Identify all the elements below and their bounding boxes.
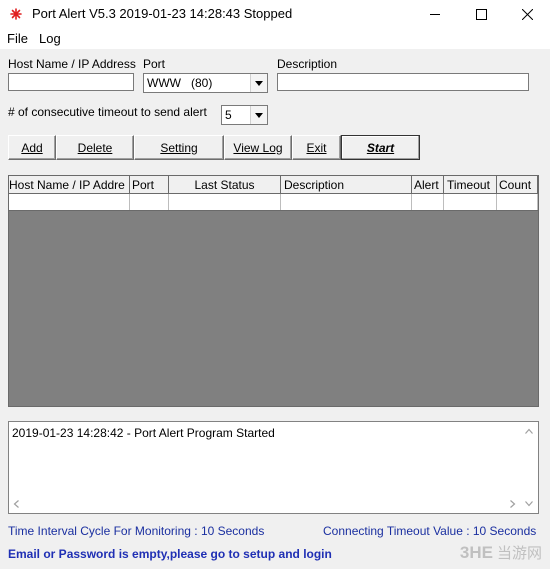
- exit-button[interactable]: Exit: [292, 135, 341, 160]
- app-star-icon: [10, 8, 22, 20]
- timeout-select[interactable]: 5: [221, 105, 268, 125]
- add-button[interactable]: Add: [8, 135, 56, 160]
- column-alert[interactable]: Alert: [412, 176, 444, 194]
- table-row[interactable]: [9, 194, 538, 211]
- timeout-label: # of consecutive timeout to send alert: [8, 105, 207, 119]
- watermark-site-text: 当游网: [496, 545, 542, 562]
- description-input[interactable]: [277, 73, 529, 91]
- menu-file[interactable]: File: [7, 31, 28, 46]
- chevron-down-icon[interactable]: [250, 74, 267, 92]
- scroll-right-icon[interactable]: [510, 500, 516, 508]
- close-icon: [521, 9, 533, 20]
- title-bar: Port Alert V5.3 2019-01-23 14:28:43 Stop…: [0, 0, 550, 29]
- port-select[interactable]: WWW (80): [143, 73, 268, 93]
- table-cell[interactable]: [130, 194, 169, 210]
- log-line: 2019-01-23 14:28:42 - Port Alert Program…: [12, 426, 275, 440]
- table-cell[interactable]: [412, 194, 444, 210]
- table-header: Host Name / IP Addre Port Last Status De…: [9, 176, 538, 194]
- start-button[interactable]: Start: [341, 135, 420, 160]
- close-button[interactable]: [504, 0, 550, 29]
- host-input[interactable]: [8, 73, 134, 91]
- scroll-left-icon[interactable]: [13, 500, 19, 508]
- toolbar: Add Delete Setting View Log Exit Start: [8, 135, 420, 160]
- table-cell[interactable]: [169, 194, 281, 210]
- main-panel: Host Name / IP Address Port Description …: [0, 49, 550, 569]
- table-cell[interactable]: [444, 194, 497, 210]
- table-cell[interactable]: [9, 194, 130, 210]
- column-count[interactable]: Count: [497, 176, 538, 194]
- column-host[interactable]: Host Name / IP Addre: [9, 176, 130, 194]
- host-table[interactable]: Host Name / IP Addre Port Last Status De…: [8, 175, 539, 407]
- column-port[interactable]: Port: [130, 176, 169, 194]
- scroll-up-icon[interactable]: [525, 428, 533, 434]
- description-label: Description: [277, 57, 338, 71]
- interval-status: Time Interval Cycle For Monitoring : 10 …: [8, 524, 265, 538]
- minimize-button[interactable]: [412, 0, 458, 29]
- setting-button[interactable]: Setting: [134, 135, 224, 160]
- maximize-icon: [475, 9, 487, 20]
- timeout-select-value: 5: [225, 108, 232, 122]
- column-timeout[interactable]: Timeout: [444, 176, 497, 194]
- column-last-status[interactable]: Last Status: [169, 176, 281, 194]
- scroll-down-icon[interactable]: [525, 501, 533, 507]
- port-label: Port: [143, 57, 166, 71]
- host-label: Host Name / IP Address: [8, 57, 136, 71]
- watermark-logo: 3HE 当游网: [460, 542, 542, 563]
- minimize-icon: [429, 14, 440, 15]
- chevron-down-icon[interactable]: [250, 106, 267, 124]
- menu-bar: File Log: [0, 29, 550, 49]
- log-textarea[interactable]: 2019-01-23 14:28:42 - Port Alert Program…: [8, 421, 539, 514]
- login-warning: Email or Password is empty,please go to …: [8, 547, 332, 561]
- view-log-button[interactable]: View Log: [224, 135, 292, 160]
- watermark-logo-text: 3HE: [459, 542, 493, 562]
- maximize-button[interactable]: [458, 0, 504, 29]
- delete-button[interactable]: Delete: [56, 135, 134, 160]
- menu-log[interactable]: Log: [39, 31, 61, 46]
- timeout-status: Connecting Timeout Value : 10 Seconds: [323, 524, 537, 538]
- column-description[interactable]: Description: [281, 176, 412, 194]
- table-cell[interactable]: [497, 194, 538, 210]
- window-title: Port Alert V5.3 2019-01-23 14:28:43 Stop…: [32, 6, 293, 21]
- table-cell[interactable]: [281, 194, 412, 210]
- port-select-value: WWW (80): [147, 76, 213, 90]
